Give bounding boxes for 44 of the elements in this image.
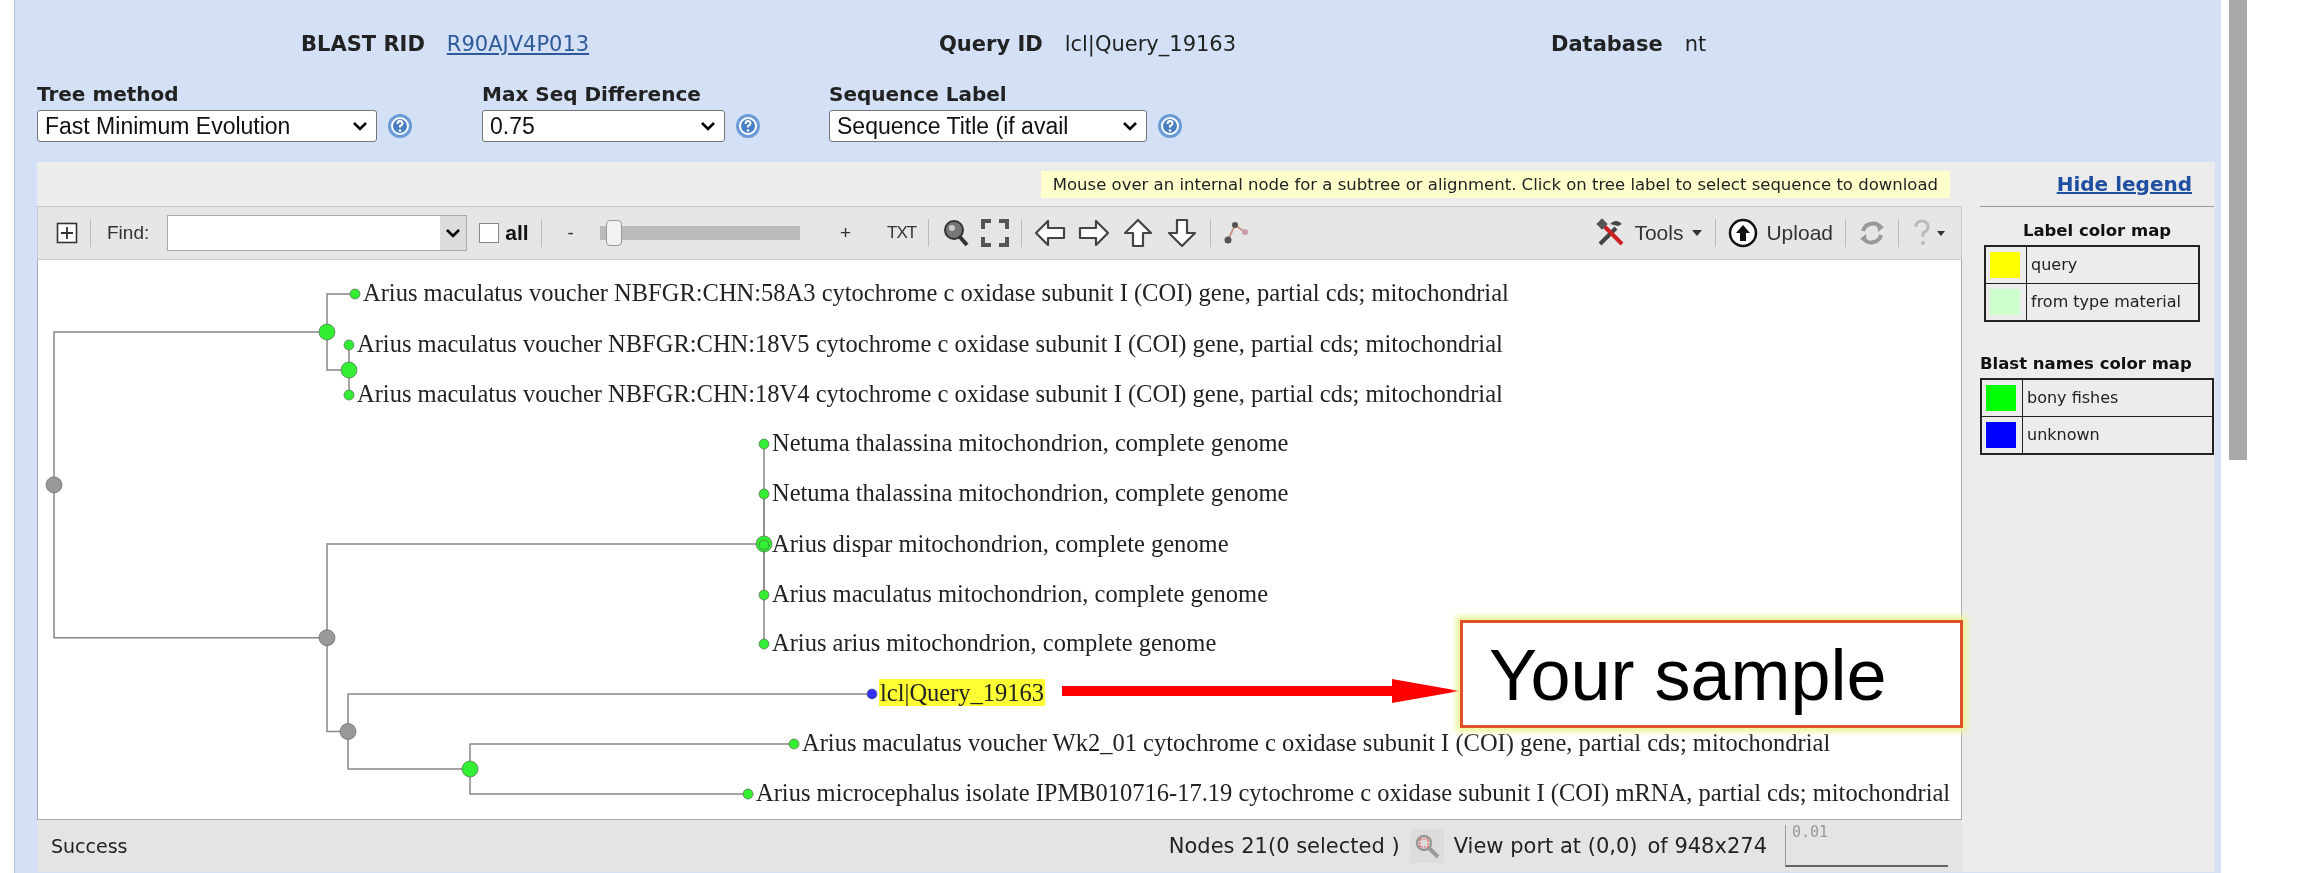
txt-button[interactable]: TXT (887, 223, 917, 243)
checkbox-label: all (505, 221, 529, 245)
zoom-out-button[interactable]: - (567, 222, 574, 244)
option-dropdown[interactable]: Sequence Title (if avail (829, 110, 1147, 142)
sequence-label[interactable]: Arius microcephalus isolate IPMB010716-17.19 cytochrome c oxidase subunit I (COI) mRNA, partial cds; mitochondrial (756, 779, 1951, 806)
hint-banner: Mouse over an internal node for a subtree or alignment. Click on tree label to select sequence to download (1040, 170, 1950, 198)
field-label: BLAST RID (301, 31, 425, 56)
callout-label: Your sample (1460, 620, 1963, 728)
hide-legend-link[interactable]: Hide legend (2056, 172, 2192, 196)
sequence-label[interactable]: Netuma thalassina mitochondrion, complete genome (772, 479, 1289, 506)
find-label: Find: (107, 222, 150, 244)
option-label: Sequence Label (829, 82, 1008, 108)
field-label: Query ID (939, 31, 1043, 56)
sequence-label[interactable]: lcl|Query_19163 (880, 679, 1045, 706)
sequence-label[interactable]: Arius arius mitochondrion, complete genome (772, 629, 1217, 656)
option-label: Max Seq Difference (482, 82, 702, 108)
sequence-label[interactable]: Arius dispar mitochondrion, complete genome (772, 530, 1229, 557)
legend-label: bony fishes (2022, 380, 2119, 416)
legend-label: from type material (2026, 284, 2181, 320)
rid-link[interactable]: R90AJV4P013 (446, 31, 590, 56)
field-value: lcl|Query_19163 (1064, 31, 1237, 56)
legend-title: Blast names color map (1980, 354, 2193, 375)
status-message: Success (51, 835, 128, 857)
viewport-size: of 948x274 (1647, 834, 1767, 858)
legend-title: Label color map (2021, 221, 2173, 242)
option-dropdown[interactable]: Fast Minimum Evolution (37, 110, 377, 142)
sequence-label[interactable]: Netuma thalassina mitochondrion, complete genome (772, 429, 1289, 456)
legend-label: unknown (2022, 417, 2100, 453)
field-value: nt (1684, 31, 1707, 56)
option-dropdown[interactable]: 0.75 (482, 110, 725, 142)
sequence-label[interactable]: Arius maculatus voucher Wk2_01 cytochrome c oxidase subunit I (COI) gene, partial cds; mitochondrial (802, 729, 1831, 756)
sequence-label[interactable]: Arius maculatus voucher NBFGR:CHN:18V5 cytochrome c oxidase subunit I (COI) gene, partial cds; mitochondrial (357, 330, 1503, 357)
sequence-label[interactable]: Arius maculatus voucher NBFGR:CHN:58A3 cytochrome c oxidase subunit I (COI) gene, partial cds; mitochondrial (363, 279, 1509, 306)
zoom-in-button[interactable]: + (839, 222, 852, 244)
upload-button[interactable]: Upload (1728, 218, 1833, 248)
node-count: Nodes 21(0 selected ) (1168, 834, 1400, 858)
sequence-label[interactable]: Arius maculatus mitochondrion, complete genome (772, 580, 1268, 607)
sequence-label[interactable]: Arius maculatus voucher NBFGR:CHN:18V4 cytochrome c oxidase subunit I (COI) gene, partial cds; mitochondrial (357, 380, 1503, 407)
option-label: Tree method (37, 82, 180, 108)
field-label: Database (1551, 31, 1663, 56)
scale-value: 0.01 (1792, 823, 1829, 841)
viewport-position: View port at (0,0) (1453, 834, 1638, 858)
tools-button[interactable]: Tools (1596, 218, 1704, 248)
legend-label: query (2026, 247, 2078, 283)
